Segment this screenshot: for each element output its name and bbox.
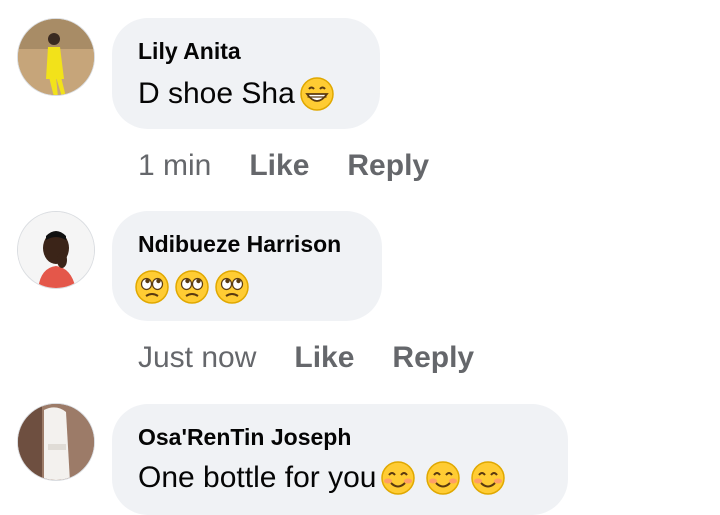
comment-bubble: Lily Anita D shoe Sha [112, 18, 380, 129]
comment-author[interactable]: Ndibueze Harrison [138, 231, 341, 258]
comment-bubble: Ndibueze Harrison [112, 211, 382, 321]
comment-meta: Just now Like Reply [138, 341, 512, 375]
comment-author[interactable]: Lily Anita [138, 38, 241, 65]
smiling-face-with-smiling-eyes-icon [470, 460, 506, 496]
comment-text: D shoe Sha [138, 77, 295, 110]
avatar[interactable] [17, 211, 95, 289]
face-with-rolling-eyes-icon [174, 269, 210, 305]
smiling-face-with-smiling-eyes-icon [380, 460, 416, 496]
comment-timestamp: 1 min [138, 149, 212, 182]
comment-body [134, 269, 250, 305]
comment-body: One bottle for you [138, 460, 506, 496]
comment-timestamp: Just now [138, 341, 257, 374]
smiling-face-with-smiling-eyes-icon [425, 460, 461, 496]
like-button[interactable]: Like [294, 341, 354, 375]
comment-body: D shoe Sha [138, 76, 335, 112]
comment-meta: 1 min Like Reply [138, 149, 467, 183]
like-button[interactable]: Like [249, 149, 309, 183]
avatar[interactable] [17, 18, 95, 96]
comment-author[interactable]: Osa'RenTin Joseph [138, 424, 351, 451]
reply-button[interactable]: Reply [392, 341, 474, 375]
reply-button[interactable]: Reply [347, 149, 429, 183]
avatar[interactable] [17, 403, 95, 481]
face-with-rolling-eyes-icon [134, 269, 170, 305]
grinning-face-icon [299, 76, 335, 112]
comment-bubble: Osa'RenTin Joseph One bottle for you [112, 404, 568, 515]
face-with-rolling-eyes-icon [214, 269, 250, 305]
comment-text: One bottle for you [138, 461, 377, 494]
